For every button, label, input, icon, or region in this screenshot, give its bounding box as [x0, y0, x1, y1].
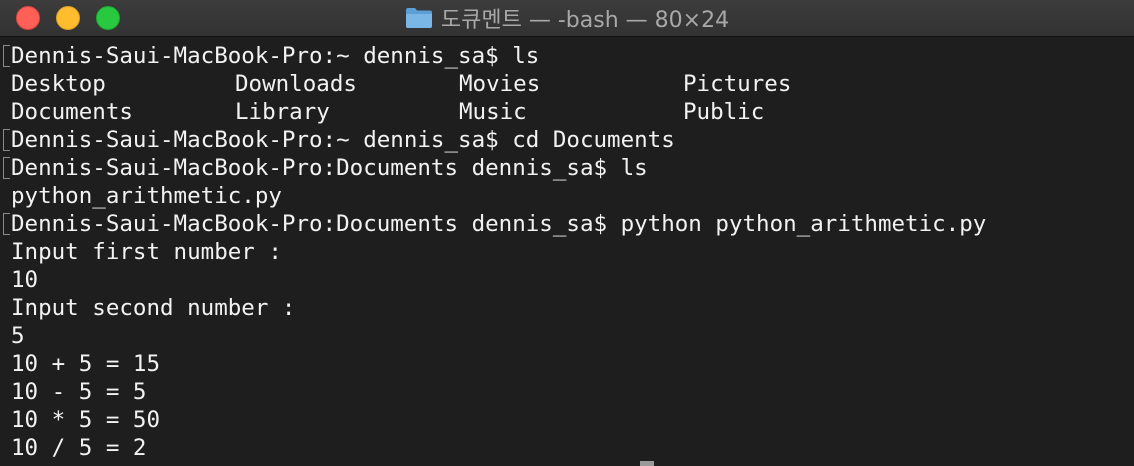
output-text: Input second number : — [11, 295, 296, 321]
listing-entry: Pictures — [683, 71, 792, 97]
window-title: 도큐멘트 — -bash — 80×24 — [0, 0, 1134, 36]
command-mark — [3, 45, 10, 67]
command-text: Dennis-Saui-MacBook-Pro:~ dennis_sa$ cd … — [11, 127, 675, 153]
command-mark — [3, 157, 10, 179]
terminal-window: 도큐멘트 — -bash — 80×24 Dennis-Saui-MacBook… — [0, 0, 1134, 466]
output-text: Input first number : — [11, 239, 282, 265]
output-line: Input first number : — [3, 238, 1134, 266]
listing-entry: Music — [459, 99, 527, 125]
command-text: Dennis-Saui-MacBook-Pro:Documents dennis… — [11, 155, 648, 181]
output-line: 10 + 5 = 15 — [3, 350, 1134, 378]
output-line: Input second number : — [3, 294, 1134, 322]
command-mark — [3, 129, 10, 151]
prompt-line: Dennis-Saui-MacBook-Pro:~ dennis_sa$ cd … — [3, 126, 1134, 154]
output-text: 10 / 5 = 2 — [11, 435, 147, 461]
output-line: Documents Library Music Public — [3, 98, 1134, 126]
output-text: 10 + 5 = 15 — [11, 351, 161, 377]
prompt-line: Dennis-Saui-MacBook-Pro:~ dennis_sa$ ls — [3, 42, 1134, 70]
output-line: 10 — [3, 266, 1134, 294]
prompt-line: Dennis-Saui-MacBook-Pro:Documents dennis… — [3, 210, 1134, 238]
folder-icon — [405, 8, 432, 28]
output-line: 10 / 5 = 2 — [3, 434, 1134, 462]
window-title-text: 도큐멘트 — -bash — 80×24 — [440, 8, 730, 33]
command-text: Dennis-Saui-MacBook-Pro:~ dennis_sa$ ls — [11, 43, 540, 69]
terminal-output[interactable]: Dennis-Saui-MacBook-Pro:~ dennis_sa$ ls D… — [0, 38, 1134, 466]
listing-entry: Library — [235, 99, 330, 125]
output-line: 10 - 5 = 5 — [3, 378, 1134, 406]
output-line: 10 * 5 = 50 — [3, 406, 1134, 434]
listing-entry: Downloads — [235, 71, 357, 97]
listing-entry: Public — [683, 99, 765, 125]
command-text: Dennis-Saui-MacBook-Pro:Documents dennis… — [11, 211, 987, 237]
output-text: 10 * 5 = 50 — [11, 407, 161, 433]
listing-entry: Desktop — [11, 71, 106, 97]
output-line: 5 — [3, 322, 1134, 350]
output-text: python_arithmetic.py — [11, 183, 282, 209]
output-text: 5 — [11, 323, 25, 349]
scrollbar-thumb[interactable] — [640, 461, 654, 466]
output-text: 10 - 5 = 5 — [11, 379, 147, 405]
command-mark — [3, 213, 10, 235]
output-text: 10 — [11, 267, 39, 293]
listing-entry: Movies — [459, 71, 541, 97]
title-bar[interactable]: 도큐멘트 — -bash — 80×24 — [0, 0, 1134, 37]
prompt-line: Dennis-Saui-MacBook-Pro:Documents dennis… — [3, 154, 1134, 182]
output-line: Desktop Downloads Movies Pictures — [3, 70, 1134, 98]
listing-entry: Documents — [11, 99, 133, 125]
output-line: python_arithmetic.py — [3, 182, 1134, 210]
